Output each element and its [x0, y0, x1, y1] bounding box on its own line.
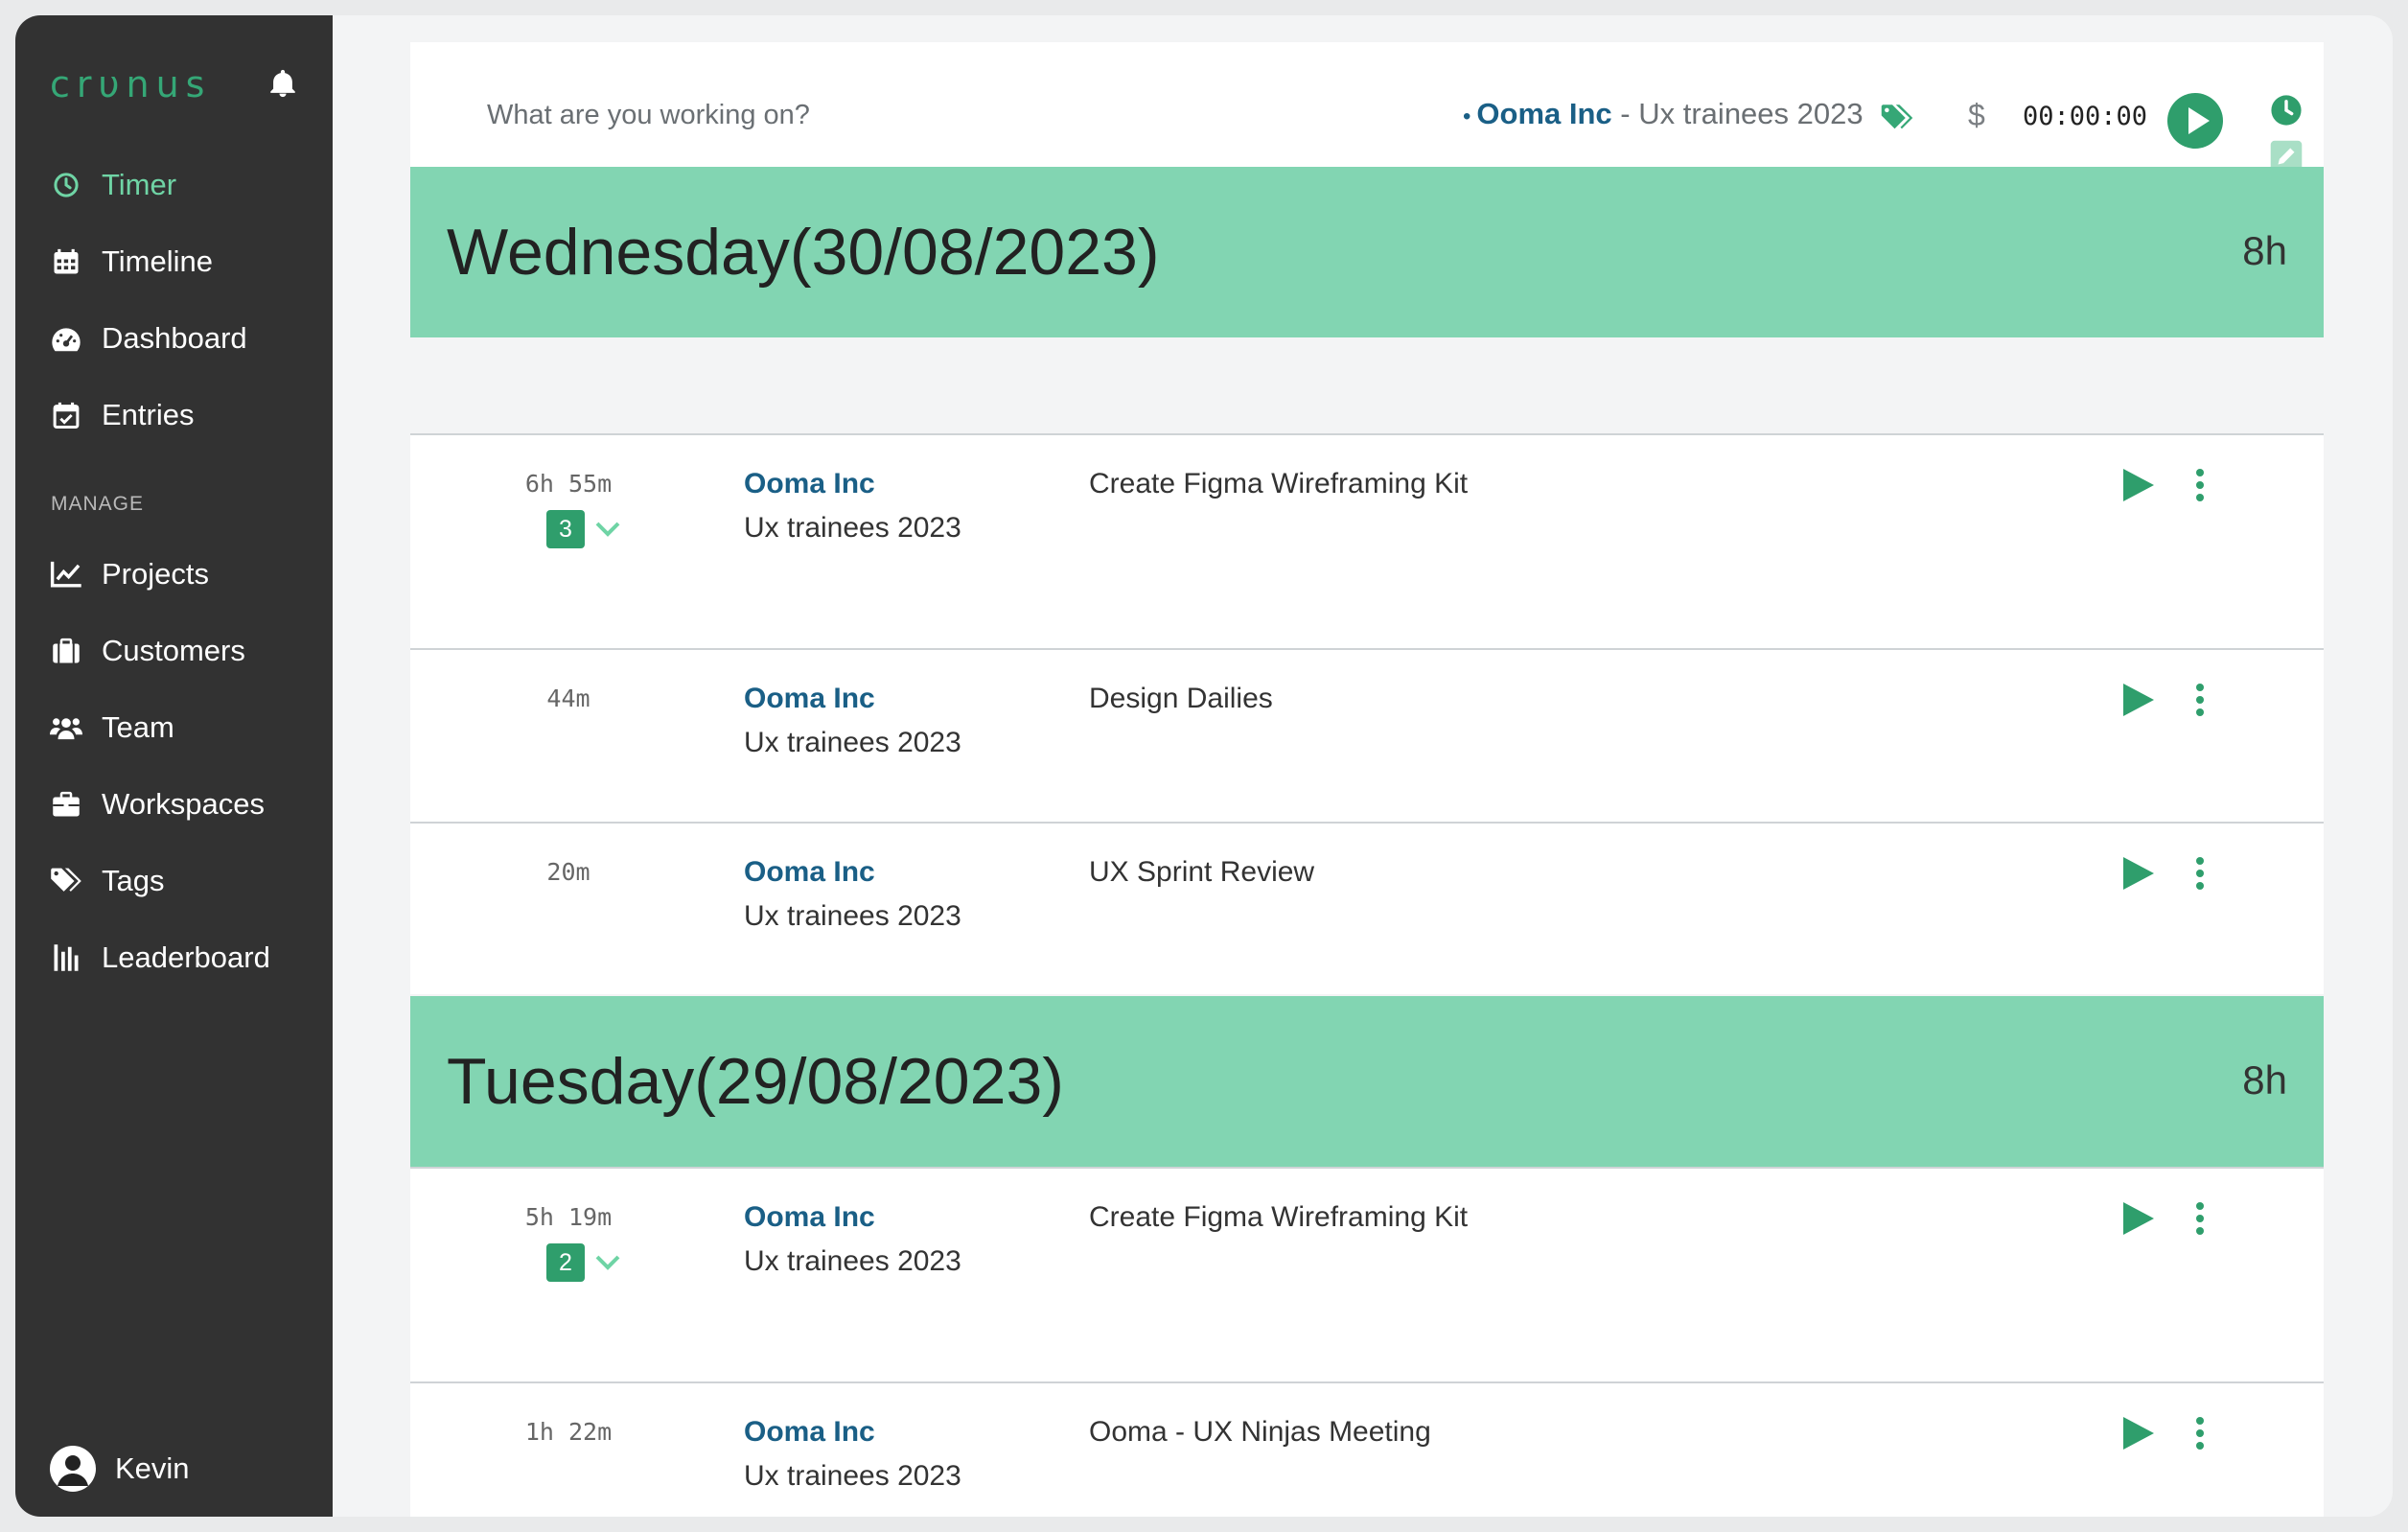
chevron-down-icon[interactable]: [592, 1249, 623, 1276]
sidebar-item-label: Customers: [102, 634, 245, 667]
time-entry-row[interactable]: 6h 55m 3 Ooma Inc Ux trainees 2023 Creat…: [410, 433, 2324, 648]
time-entry-row[interactable]: 44m Ooma Inc Ux trainees 2023 Design Dai…: [410, 648, 2324, 823]
entry-client[interactable]: Ooma Inc: [744, 683, 875, 715]
selector-separator: -: [1620, 97, 1631, 130]
more-vertical-icon[interactable]: [2193, 1416, 2207, 1451]
chevron-down-icon[interactable]: [592, 516, 623, 543]
sidebar-item-timer[interactable]: Timer: [50, 156, 176, 214]
entry-client[interactable]: Ooma Inc: [744, 856, 875, 889]
sidebar-item-leaderboard[interactable]: Leaderboard: [50, 929, 270, 987]
entry-project[interactable]: Ux trainees 2023: [744, 900, 961, 933]
entry-count-badge[interactable]: 3: [546, 510, 585, 548]
entry-duration: 1h 22m: [524, 1418, 613, 1446]
entry-project[interactable]: Ux trainees 2023: [744, 512, 961, 545]
sidebar-item-timeline[interactable]: Timeline: [50, 233, 213, 290]
app-window: crυnus Timer Timeline Dashboard Entries …: [15, 15, 2393, 1517]
entry-client[interactable]: Ooma Inc: [744, 1416, 875, 1449]
selected-project: Ux trainees 2023: [1638, 97, 1864, 130]
sidebar-item-label: Entries: [102, 398, 195, 431]
timer-display: 00:00:00: [2023, 102, 2148, 131]
sidebar-item-label: Team: [102, 710, 174, 744]
day-title: Tuesday(29/08/2023): [447, 1045, 1064, 1118]
manage-section-label: MANAGE: [51, 493, 145, 515]
more-vertical-icon[interactable]: [2193, 856, 2207, 891]
timer-mode-clock-icon[interactable]: [2270, 94, 2303, 127]
project-selector[interactable]: • Ooma Inc - Ux trainees 2023: [1463, 97, 1864, 131]
entry-description[interactable]: Design Dailies: [1089, 683, 1273, 715]
day-total: 8h: [2242, 228, 2287, 273]
entry-project[interactable]: Ux trainees 2023: [744, 1460, 961, 1493]
play-icon[interactable]: [2119, 1199, 2157, 1238]
entry-count-badge[interactable]: 2: [546, 1243, 585, 1282]
sidebar-item-customers[interactable]: Customers: [50, 622, 245, 680]
briefcase-icon: [50, 788, 82, 821]
chart-line-icon: [50, 558, 82, 591]
entry-duration: 44m: [546, 685, 590, 712]
day-total: 8h: [2242, 1057, 2287, 1103]
gauge-icon: [50, 322, 82, 355]
time-entry-row[interactable]: 20m Ooma Inc Ux trainees 2023 UX Sprint …: [410, 822, 2324, 994]
entry-client[interactable]: Ooma Inc: [744, 1201, 875, 1234]
bars-icon: [50, 941, 82, 974]
bell-icon[interactable]: [266, 67, 299, 100]
play-icon[interactable]: [2119, 854, 2157, 893]
sidebar-item-label: Workspaces: [102, 787, 265, 821]
entry-description[interactable]: UX Sprint Review: [1089, 856, 1314, 889]
sidebar: crυnus Timer Timeline Dashboard Entries …: [15, 15, 333, 1517]
clipboard-icon: [50, 635, 82, 667]
day-header: Tuesday(29/08/2023) 8h: [410, 996, 2324, 1167]
sidebar-item-label: Timer: [102, 168, 177, 201]
start-timer-button[interactable]: [2166, 92, 2224, 150]
tags-icon: [50, 865, 82, 897]
entry-duration: 5h 19m: [524, 1203, 613, 1231]
users-icon: [50, 711, 82, 744]
selected-client: Ooma Inc: [1476, 97, 1612, 130]
play-icon[interactable]: [2119, 681, 2157, 719]
time-entry-row[interactable]: 5h 19m 2 Ooma Inc Ux trainees 2023 Creat…: [410, 1167, 2324, 1381]
sidebar-item-label: Timeline: [102, 244, 213, 278]
tags-icon[interactable]: [1880, 104, 1914, 137]
description-input[interactable]: What are you working on?: [487, 100, 810, 131]
sidebar-item-label: Leaderboard: [102, 940, 270, 974]
entry-duration: 20m: [546, 858, 590, 886]
avatar: [50, 1446, 96, 1492]
entry-project[interactable]: Ux trainees 2023: [744, 1245, 961, 1278]
more-vertical-icon[interactable]: [2193, 683, 2207, 717]
billable-toggle[interactable]: $: [1968, 98, 1985, 133]
sidebar-item-entries[interactable]: Entries: [50, 386, 194, 444]
sidebar-item-workspaces[interactable]: Workspaces: [50, 776, 265, 833]
calendar-check-icon: [50, 399, 82, 431]
sidebar-item-label: Projects: [102, 557, 209, 591]
play-icon[interactable]: [2119, 466, 2157, 504]
time-entry-row[interactable]: 1h 22m Ooma Inc Ux trainees 2023 Ooma - …: [410, 1381, 2324, 1517]
sidebar-item-tags[interactable]: Tags: [50, 852, 164, 910]
more-vertical-icon[interactable]: [2193, 468, 2207, 502]
sidebar-item-projects[interactable]: Projects: [50, 545, 209, 603]
bullet-icon: •: [1463, 104, 1471, 129]
app-logo[interactable]: crυnus: [50, 63, 211, 105]
user-name: Kevin: [115, 1451, 190, 1485]
entry-description[interactable]: Ooma - UX Ninjas Meeting: [1089, 1416, 1431, 1449]
play-icon[interactable]: [2119, 1414, 2157, 1452]
entry-client[interactable]: Ooma Inc: [744, 468, 875, 500]
entry-description[interactable]: Create Figma Wireframing Kit: [1089, 1201, 1468, 1234]
sidebar-item-label: Tags: [102, 864, 165, 897]
day-header: Wednesday(30/08/2023) 8h: [410, 167, 2324, 337]
sidebar-item-label: Dashboard: [102, 321, 247, 355]
day-title: Wednesday(30/08/2023): [447, 216, 1160, 289]
calendar-grid-icon: [50, 245, 82, 278]
user-menu[interactable]: Kevin: [50, 1446, 190, 1492]
sidebar-item-dashboard[interactable]: Dashboard: [50, 310, 247, 367]
more-vertical-icon[interactable]: [2193, 1201, 2207, 1236]
entry-project[interactable]: Ux trainees 2023: [744, 727, 961, 759]
sidebar-item-team[interactable]: Team: [50, 699, 174, 756]
entry-duration: 6h 55m: [524, 470, 613, 498]
clock-icon: [50, 169, 82, 201]
entry-description[interactable]: Create Figma Wireframing Kit: [1089, 468, 1468, 500]
